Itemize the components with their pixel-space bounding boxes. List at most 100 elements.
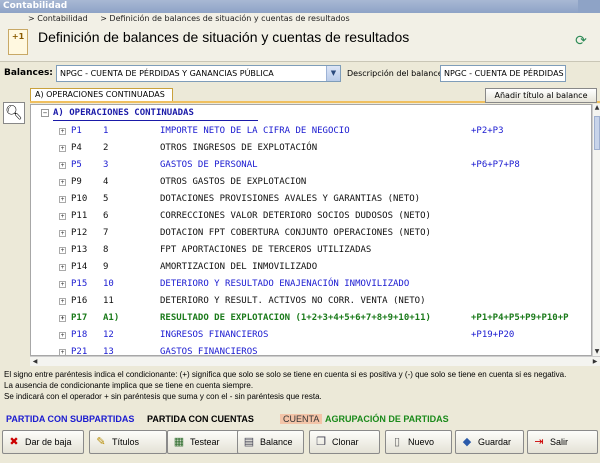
row-formula: +P6+P7+P8: [471, 160, 520, 170]
dar-de-baja-button[interactable]: ✖ Dar de baja: [2, 430, 84, 454]
description-input[interactable]: NPGC - CUENTA DE PÉRDIDAS Y: [440, 65, 566, 82]
page-header: > Contabilidad > Definición de balances …: [0, 13, 600, 62]
collapse-icon[interactable]: −: [41, 108, 49, 117]
note-line-2: La ausencia de condicionante implica que…: [4, 381, 254, 390]
guardar-label: Guardar: [478, 437, 512, 447]
window-titlebar: Contabilidad: [0, 0, 600, 13]
row-description: OTROS GASTOS DE EXPLOTACION: [160, 177, 307, 187]
row-formula: +P2+P3: [471, 126, 504, 136]
guardar-button[interactable]: ◆ Guardar: [455, 430, 524, 454]
tree-root[interactable]: − A) OPERACIONES CONTINUADAS: [41, 108, 194, 118]
balance-selector-row: Balances: NPGC - CUENTA DE PÉRDIDAS Y GA…: [0, 62, 600, 88]
row-formula: +P1+P4+P5+P9+P10+P: [471, 313, 569, 323]
row-number: 9: [103, 262, 109, 272]
row-number: 13: [103, 347, 114, 356]
scroll-left-icon[interactable]: ◀: [30, 357, 40, 367]
button-bar: ✖ Dar de baja ✎ Títulos ▦ Testear ▤ Balance …: [0, 428, 600, 463]
row-description: RESULTADO DE EXPLOTACION (1+2+3+4+5+6+7+…: [160, 313, 431, 323]
row-code: P4: [71, 143, 82, 153]
balance-button[interactable]: ▤ Balance: [237, 430, 304, 454]
row-number: 2: [103, 143, 109, 153]
legend-agrupacion: AGRUPACIÓN DE PARTIDAS: [325, 414, 449, 424]
breadcrumb: > Contabilidad > Definición de balances …: [28, 14, 360, 23]
legend-cuentas: PARTIDA CON CUENTAS: [147, 414, 254, 424]
chevron-down-icon[interactable]: ▼: [326, 66, 340, 81]
search-icon[interactable]: 🔍︎: [3, 102, 25, 124]
row-code: P18: [71, 330, 88, 340]
row-code: P11: [71, 211, 88, 221]
tree-panel: − A) OPERACIONES CONTINUADAS + P1 1 IMPORTE …: [30, 104, 592, 356]
row-description: DETERIORO Y RESULTADO ENAJENACIÓN INMOVI…: [160, 279, 410, 289]
row-number: 11: [103, 296, 114, 306]
balances-select-value: NPGC - CUENTA DE PÉRDIDAS Y GANANCIAS PÚ…: [60, 69, 274, 78]
row-code: P17: [71, 313, 88, 323]
nuevo-label: Nuevo: [408, 437, 435, 447]
legend-cuenta: CUENTA: [280, 414, 323, 424]
delete-icon: ✖: [9, 436, 19, 448]
clone-icon: ❐: [316, 436, 326, 448]
expand-icon[interactable]: +: [59, 179, 66, 186]
refresh-icon[interactable]: ⟳: [572, 34, 590, 48]
row-number: 5: [103, 194, 109, 204]
clonar-label: Clonar: [332, 437, 359, 447]
exit-icon: ⇥: [534, 436, 544, 448]
row-number: 4: [103, 177, 109, 187]
testear-button[interactable]: ▦ Testear: [167, 430, 243, 454]
dar-de-baja-label: Dar de baja: [25, 437, 72, 447]
tree-root-label: A) OPERACIONES CONTINUADAS: [53, 108, 194, 118]
row-description: DOTACION FPT COBERTURA CONJUNTO OPERACIO…: [160, 228, 431, 238]
row-description: IMPORTE NETO DE LA CIFRA DE NEGOCIO: [160, 126, 350, 136]
expand-icon[interactable]: +: [59, 315, 66, 322]
row-description: GASTOS DE PERSONAL: [160, 160, 258, 170]
row-number: 1: [103, 126, 109, 136]
nuevo-button[interactable]: ▯ Nuevo: [385, 430, 452, 454]
row-description: OTROS INGRESOS DE EXPLOTACIÓN: [160, 143, 318, 153]
row-code: P9: [71, 177, 82, 187]
vertical-scrollbar[interactable]: ▲ ▼: [592, 104, 600, 356]
tab-operaciones-continuadas[interactable]: A) OPERACIONES CONTINUADAS: [30, 88, 173, 102]
expand-icon[interactable]: +: [59, 298, 66, 305]
breadcrumb-definicion[interactable]: > Definición de balances de situación y …: [100, 14, 349, 23]
clonar-button[interactable]: ❐ Clonar: [309, 430, 380, 454]
scroll-down-icon[interactable]: ▼: [593, 348, 600, 356]
scroll-right-icon[interactable]: ▶: [590, 357, 600, 367]
expand-icon[interactable]: +: [59, 213, 66, 220]
expand-icon[interactable]: +: [59, 162, 66, 169]
balances-select[interactable]: NPGC - CUENTA DE PÉRDIDAS Y GANANCIAS PÚ…: [56, 65, 341, 82]
row-code: P14: [71, 262, 88, 272]
expand-icon[interactable]: +: [59, 247, 66, 254]
row-number: 6: [103, 211, 109, 221]
document-icon: ▤: [243, 436, 255, 448]
balance-label: Balance: [260, 437, 293, 447]
row-code: P12: [71, 228, 88, 238]
row-number: 12: [103, 330, 114, 340]
row-description: INGRESOS FINANCIEROS: [160, 330, 269, 340]
row-code: P13: [71, 245, 88, 255]
pencil-icon: ✎: [96, 436, 106, 448]
scroll-thumb[interactable]: [594, 116, 600, 150]
expand-icon[interactable]: +: [59, 230, 66, 237]
row-description: GASTOS FINANCIEROS: [160, 347, 258, 356]
expand-icon[interactable]: +: [59, 332, 66, 339]
expand-icon[interactable]: +: [59, 349, 66, 355]
row-code: P15: [71, 279, 88, 289]
titulos-button[interactable]: ✎ Títulos: [89, 430, 167, 454]
breadcrumb-contabilidad[interactable]: > Contabilidad: [28, 14, 88, 23]
horizontal-scrollbar[interactable]: ◀ ▶: [30, 356, 600, 366]
note-line-1: El signo entre paréntesis indica el cond…: [4, 370, 567, 379]
row-description: DOTACIONES PROVISIONES AVALES Y GARANTIA…: [160, 194, 421, 204]
row-description: CORRECCIONES VALOR DETERIORO SOCIOS DUDO…: [160, 211, 431, 221]
expand-icon[interactable]: +: [59, 128, 66, 135]
add-title-button[interactable]: Añadir título al balance: [485, 88, 597, 103]
test-icon: ▦: [173, 436, 185, 448]
note-line-3: Se indicará con el operador + sin parént…: [4, 392, 322, 401]
expand-icon[interactable]: +: [59, 281, 66, 288]
expand-icon[interactable]: +: [59, 145, 66, 152]
expand-icon[interactable]: +: [59, 264, 66, 271]
row-number: 3: [103, 160, 109, 170]
scroll-up-icon[interactable]: ▲: [593, 104, 600, 112]
expand-icon[interactable]: +: [59, 196, 66, 203]
row-formula: +P19+P20: [471, 330, 515, 340]
salir-button[interactable]: ⇥ Salir: [527, 430, 598, 454]
row-description: AMORTIZACION DEL INMOVILIZADO: [160, 262, 318, 272]
